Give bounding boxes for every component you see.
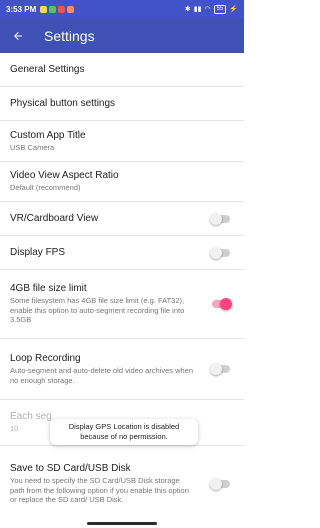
item-title: VR/Cardboard View bbox=[10, 213, 99, 224]
file-size-limit-toggle[interactable] bbox=[212, 298, 232, 310]
notification-icon bbox=[40, 5, 48, 13]
item-title: Save to SD Card/USB Disk bbox=[10, 463, 131, 475]
notification-icon bbox=[58, 5, 66, 13]
video-aspect-ratio-item[interactable]: Video View Aspect Ratio Default (recomme… bbox=[0, 162, 244, 202]
back-button[interactable] bbox=[10, 28, 26, 44]
item-title: 4GB file size limit bbox=[10, 283, 87, 295]
item-title: Display FPS bbox=[10, 247, 66, 258]
physical-button-settings-item[interactable]: Physical button settings bbox=[0, 87, 244, 121]
vr-view-toggle[interactable] bbox=[210, 212, 230, 225]
item-summary: Auto-segment and auto-delete old video a… bbox=[10, 366, 194, 385]
notification-icons bbox=[40, 5, 75, 13]
display-fps-toggle[interactable] bbox=[210, 246, 230, 259]
item-title: General Settings bbox=[10, 64, 85, 75]
toggle-thumb bbox=[210, 212, 222, 225]
vr-cardboard-view-item[interactable]: VR/Cardboard View bbox=[0, 202, 244, 236]
item-title: Video View Aspect Ratio bbox=[10, 170, 119, 182]
display-fps-item[interactable]: Display FPS bbox=[0, 236, 244, 270]
signal-icon: ▮▮ bbox=[193, 6, 202, 13]
toggle-thumb bbox=[210, 478, 222, 490]
item-summary: Some filesystem has 4GB file size limit … bbox=[10, 296, 185, 325]
file-size-limit-item[interactable]: 4GB file size limit Some filesystem has … bbox=[0, 270, 244, 339]
loop-recording-toggle[interactable] bbox=[210, 363, 230, 375]
status-time: 3:53 PM bbox=[6, 4, 37, 14]
save-to-sd-toggle[interactable] bbox=[210, 478, 230, 490]
bluetooth-icon: ✱ bbox=[184, 6, 191, 13]
save-to-sd-card-item[interactable]: Save to SD Card/USB Disk You need to spe… bbox=[0, 446, 244, 522]
item-title: Physical button settings bbox=[10, 98, 116, 109]
battery-icon: 55 bbox=[213, 4, 227, 14]
charging-icon: ⚡ bbox=[229, 6, 238, 13]
custom-app-title-item[interactable]: Custom App Title USB Camera bbox=[0, 121, 244, 162]
toast-message: Display GPS Location is disabled because… bbox=[50, 419, 198, 445]
item-title: Loop Recording bbox=[10, 353, 81, 364]
item-summary: USB Camera bbox=[10, 142, 55, 152]
notification-icon bbox=[67, 5, 75, 13]
page-title: Settings bbox=[44, 27, 95, 44]
wifi-icon: ◠ bbox=[204, 6, 211, 13]
status-right: ✱ ▮▮ ◠ 55 ⚡ bbox=[184, 4, 238, 14]
item-summary: You need to specify the SD Card/USB Disk… bbox=[10, 476, 189, 505]
general-settings-item[interactable]: General Settings bbox=[0, 53, 244, 87]
status-bar: 3:53 PM ✱ ▮▮ ◠ 55 ⚡ bbox=[0, 0, 244, 18]
app-bar: Settings bbox=[0, 18, 244, 53]
settings-list: General Settings Physical button setting… bbox=[0, 53, 244, 528]
arrow-left-icon bbox=[14, 31, 22, 40]
toggle-thumb bbox=[210, 363, 222, 375]
toggle-thumb bbox=[210, 246, 222, 259]
toggle-thumb bbox=[220, 298, 232, 310]
notification-icon bbox=[49, 5, 57, 13]
item-title: Custom App Title bbox=[10, 129, 86, 141]
loop-recording-item[interactable]: Loop Recording Auto-segment and auto-del… bbox=[0, 339, 244, 400]
home-indicator[interactable] bbox=[87, 522, 157, 525]
item-summary: Default (recommend) bbox=[10, 183, 81, 193]
